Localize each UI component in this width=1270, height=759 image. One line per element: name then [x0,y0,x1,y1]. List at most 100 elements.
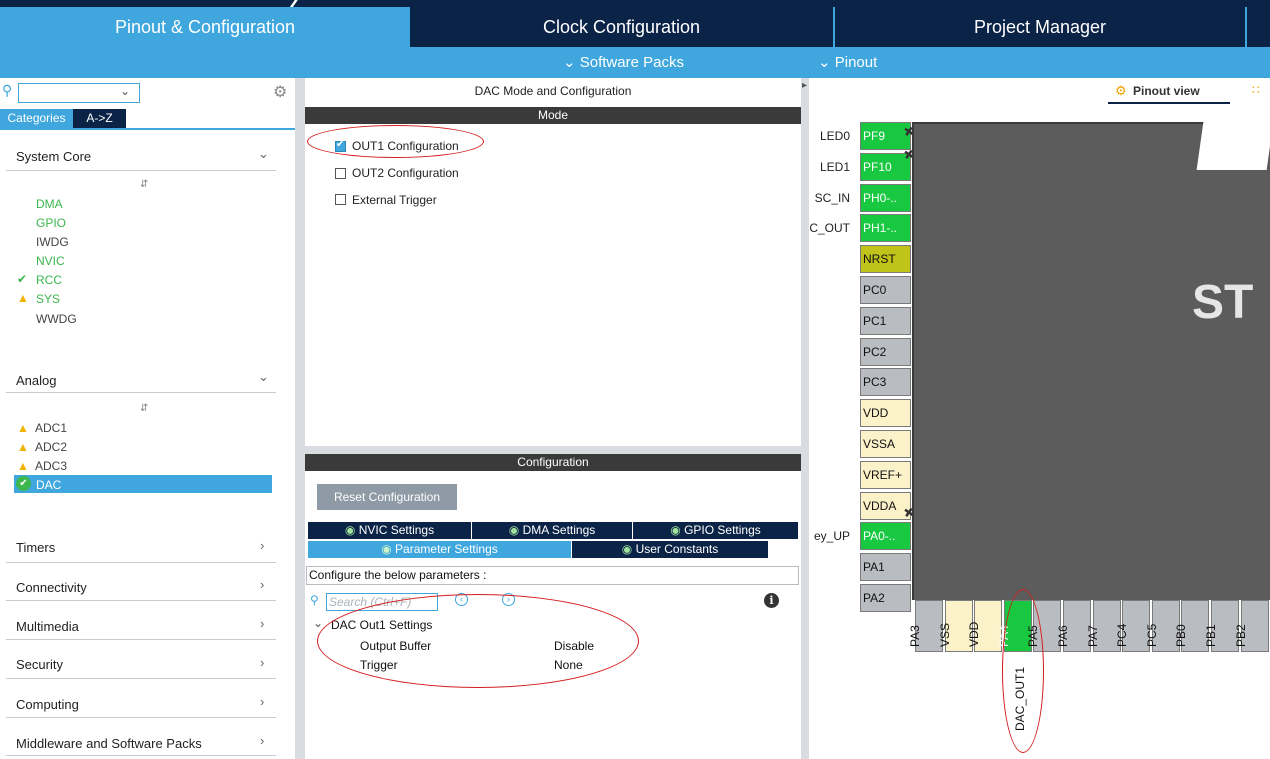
panel-splitter[interactable] [801,78,809,759]
category-system-core[interactable]: System Core [16,149,91,164]
warning-icon: ▲ [17,459,29,473]
pin-pa0[interactable]: PA0-.. [860,522,911,551]
tab-dma-settings[interactable]: ◉ DMA Settings [472,522,632,539]
chevron-right-icon[interactable]: › [260,655,264,670]
pin-ph1[interactable]: PH1-.. [860,214,911,243]
check-circle-icon: ◉ [670,523,681,537]
category-middleware[interactable]: Middleware and Software Packs [16,736,202,751]
pin-label: PC4 [1115,623,1130,647]
pin-ph0[interactable]: PH0-.. [860,183,911,212]
warning-icon: ▲ [17,440,29,454]
configuration-header: Configuration [305,454,801,471]
divider [6,717,276,718]
pin-vref[interactable]: VREF+ [860,460,911,489]
sidebar-item-nvic[interactable]: NVIC [36,254,65,268]
category-multimedia[interactable]: Multimedia [16,619,79,634]
category-connectivity[interactable]: Connectivity [16,580,87,595]
pin-pc1[interactable]: PC1 [860,306,911,335]
tab-parameter-settings[interactable]: ◉ Parameter Settings [308,541,571,558]
pin-label: PB1 [1204,624,1218,647]
pin-signal-label: LED1 [819,159,850,174]
pin-signal-label: SC_IN [814,190,850,205]
tab-project-manager[interactable]: Project Manager [833,7,1245,47]
chevron-right-icon[interactable]: › [260,538,264,553]
tab-pinout-configuration[interactable]: Pinout & Configuration [0,7,410,47]
tab-tools[interactable] [1245,7,1270,47]
tab-gpio-settings[interactable]: ◉ GPIO Settings [633,522,798,539]
pin-label: VSS [937,622,952,647]
pin-label: PB2 [1233,624,1248,647]
sidebar-item-rcc[interactable]: RCC [36,273,62,287]
divider [6,562,276,563]
left-scrollbar[interactable] [295,78,305,759]
category-analog[interactable]: Analog [16,373,56,388]
pin-pc2[interactable]: PC2 [860,337,911,366]
sort-icon[interactable]: ⇵ [140,403,148,414]
sidebar-item-dma[interactable]: DMA [36,197,63,211]
software-packs-menu[interactable]: ⌄ Software Packs [563,53,684,71]
category-computing[interactable]: Computing [16,697,79,712]
gear-icon[interactable]: ⚙ [273,82,287,102]
sidebar-item-gpio[interactable]: GPIO [36,216,66,230]
sidebar-item-adc3[interactable]: ADC3 [35,459,67,473]
grid-view-icon[interactable]: ∷ [1252,83,1260,97]
check-icon: ✔ [17,272,28,286]
tab-user-constants[interactable]: ◉ User Constants [572,541,768,558]
chevron-right-icon[interactable]: › [260,577,264,592]
chevron-right-icon[interactable]: › [260,694,264,709]
chevron-down-icon: ⌄ [818,54,831,71]
sidebar-item-adc1[interactable]: ADC1 [35,421,67,435]
sort-icon[interactable]: ⇵ [140,179,148,190]
pin-pa2[interactable]: PA2 [860,584,911,612]
sidebar-item-dac[interactable]: DAC [36,478,61,492]
chevron-right-icon[interactable]: › [260,616,264,631]
chevron-right-icon[interactable]: › [260,733,264,748]
pin-pa1[interactable]: PA1 [860,553,911,582]
warning-icon: ▲ [17,421,29,435]
sub-menu-bar: ⌄ Software Packs ⌄ Pinout [0,47,1270,78]
sidebar-item-wwdg[interactable]: WWDG [36,312,77,326]
search-icon: ⚲ [310,593,319,607]
tab-clock-configuration[interactable]: Clock Configuration [410,7,833,47]
pin-pc0[interactable]: PC0 [860,276,911,304]
pin-label: PA3 [908,625,922,647]
info-icon[interactable]: i [764,593,779,608]
panel-title: DAC Mode and Configuration [474,84,632,98]
chevron-down-icon[interactable]: ⌄ [258,369,269,385]
pin-vdd[interactable]: VDD [860,399,911,428]
divider [6,678,276,679]
category-timers[interactable]: Timers [16,540,55,555]
pin-label: VDD [967,621,982,647]
chevron-down-icon[interactable]: ⌄ [258,146,269,162]
sidebar-item-adc2[interactable]: ADC2 [35,440,67,454]
divider [6,392,276,393]
check-circle-icon: ◉ [621,542,633,556]
pin-signal-label: C_OUT [809,221,850,236]
out2-checkbox[interactable] [335,168,346,179]
chevron-down-icon[interactable]: ⌄ [120,84,130,98]
pin-label: PA7 [1085,625,1100,647]
external-trigger-label: External Trigger [352,193,437,207]
pin-nrst[interactable]: NRST [860,245,911,274]
pin-pc3[interactable]: PC3 [860,368,911,397]
collapse-arrow-icon[interactable]: ▸ [802,80,807,91]
mode-header: Mode [305,107,801,124]
pin-label: PB0 [1174,624,1189,647]
tab-a-z[interactable]: A->Z [73,109,126,128]
pin-signal-label: LED0 [819,129,850,143]
external-trigger-checkbox[interactable] [335,194,346,205]
category-security[interactable]: Security [16,657,63,672]
sidebar-item-iwdg[interactable]: IWDG [36,235,69,249]
pin-vssa[interactable]: VSSA [860,430,911,458]
pinout-view-button[interactable]: Pinout view [1133,84,1200,98]
sidebar-item-sys[interactable]: SYS [36,292,60,306]
reset-configuration-button[interactable]: Reset Configuration [317,484,457,510]
tab-nvic-settings[interactable]: ◉ NVIC Settings [308,522,471,539]
chip-corner-notch [1196,122,1270,170]
pinout-menu[interactable]: ⌄ Pinout [818,53,877,71]
pin-pb2[interactable]: PB2 [1234,600,1269,652]
divider [6,755,276,756]
tab-categories[interactable]: Categories [0,109,73,128]
splitter[interactable] [305,446,801,454]
pin-label: PA6 [1056,625,1070,647]
